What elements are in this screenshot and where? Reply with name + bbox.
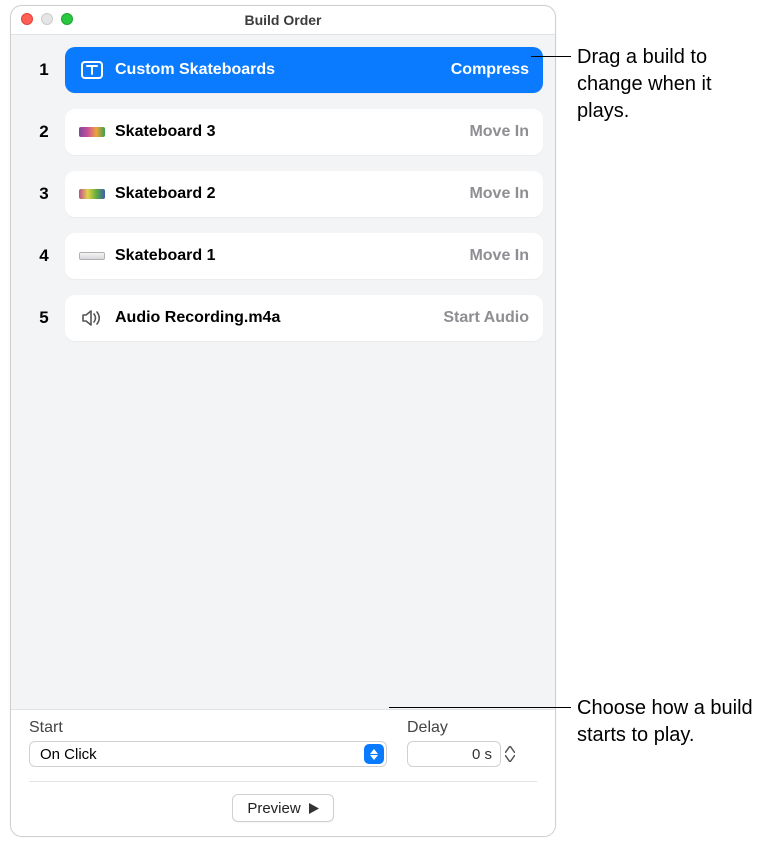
build-number: 2 <box>23 122 65 142</box>
start-group: Start On Click <box>29 719 387 767</box>
build-number: 1 <box>23 60 65 80</box>
window-title: Build Order <box>244 12 321 28</box>
preview-label: Preview <box>247 800 300 817</box>
callout-leader-line <box>389 707 571 708</box>
build-card[interactable]: Skateboard 2Move In <box>65 171 543 217</box>
build-number: 5 <box>23 308 65 328</box>
callout-bottom: Choose how a build starts to play. <box>577 695 767 749</box>
callout-bottom-text: Choose how a build starts to play. <box>577 697 753 746</box>
thumbnail-icon <box>79 185 105 203</box>
footer-separator <box>29 781 537 782</box>
build-number: 3 <box>23 184 65 204</box>
preview-button[interactable]: Preview <box>232 794 333 822</box>
thumbnail-icon <box>79 247 105 265</box>
callout-top-text: Drag a build to change when it plays. <box>577 46 712 122</box>
zoom-icon[interactable] <box>61 13 73 25</box>
build-effect: Move In <box>469 247 529 265</box>
build-row: 5Audio Recording.m4aStart Audio <box>23 295 543 341</box>
build-row: 4Skateboard 1Move In <box>23 233 543 279</box>
build-card[interactable]: Audio Recording.m4aStart Audio <box>65 295 543 341</box>
speaker-icon <box>79 309 105 327</box>
build-effect: Compress <box>451 61 529 79</box>
build-order-window: Build Order 1Custom SkateboardsCompress2… <box>10 5 556 837</box>
delay-stepper[interactable]: 0 s <box>407 741 519 767</box>
build-card[interactable]: Custom SkateboardsCompress <box>65 47 543 93</box>
build-title: Skateboard 1 <box>115 247 469 265</box>
delay-value[interactable]: 0 s <box>407 741 501 767</box>
build-row: 3Skateboard 2Move In <box>23 171 543 217</box>
build-title: Skateboard 2 <box>115 185 469 203</box>
delay-group: Delay 0 s <box>407 719 537 767</box>
build-title: Skateboard 3 <box>115 123 469 141</box>
build-effect: Start Audio <box>443 309 529 327</box>
text-box-icon <box>79 61 105 79</box>
build-effect: Move In <box>469 123 529 141</box>
titlebar: Build Order <box>11 6 555 34</box>
window-controls <box>21 13 73 25</box>
build-title: Audio Recording.m4a <box>115 309 443 327</box>
start-value: On Click <box>40 746 97 763</box>
play-icon <box>309 803 319 814</box>
callout-leader-line <box>531 56 571 57</box>
delay-label: Delay <box>407 719 537 737</box>
build-effect: Move In <box>469 185 529 203</box>
popup-arrows-icon <box>364 744 384 764</box>
build-card[interactable]: Skateboard 3Move In <box>65 109 543 155</box>
build-card[interactable]: Skateboard 1Move In <box>65 233 543 279</box>
footer: Start On Click Delay 0 s <box>11 710 555 836</box>
thumbnail-icon <box>79 123 105 141</box>
build-row: 2Skateboard 3Move In <box>23 109 543 155</box>
build-title: Custom Skateboards <box>115 61 451 79</box>
minimize-icon[interactable] <box>41 13 53 25</box>
build-number: 4 <box>23 246 65 266</box>
build-row: 1Custom SkateboardsCompress <box>23 47 543 93</box>
stepper-arrows-icon[interactable] <box>505 746 519 762</box>
start-popup[interactable]: On Click <box>29 741 387 767</box>
callout-top: Drag a build to change when it plays. <box>577 44 767 125</box>
close-icon[interactable] <box>21 13 33 25</box>
build-list: 1Custom SkateboardsCompress2Skateboard 3… <box>11 34 555 710</box>
start-label: Start <box>29 719 387 737</box>
